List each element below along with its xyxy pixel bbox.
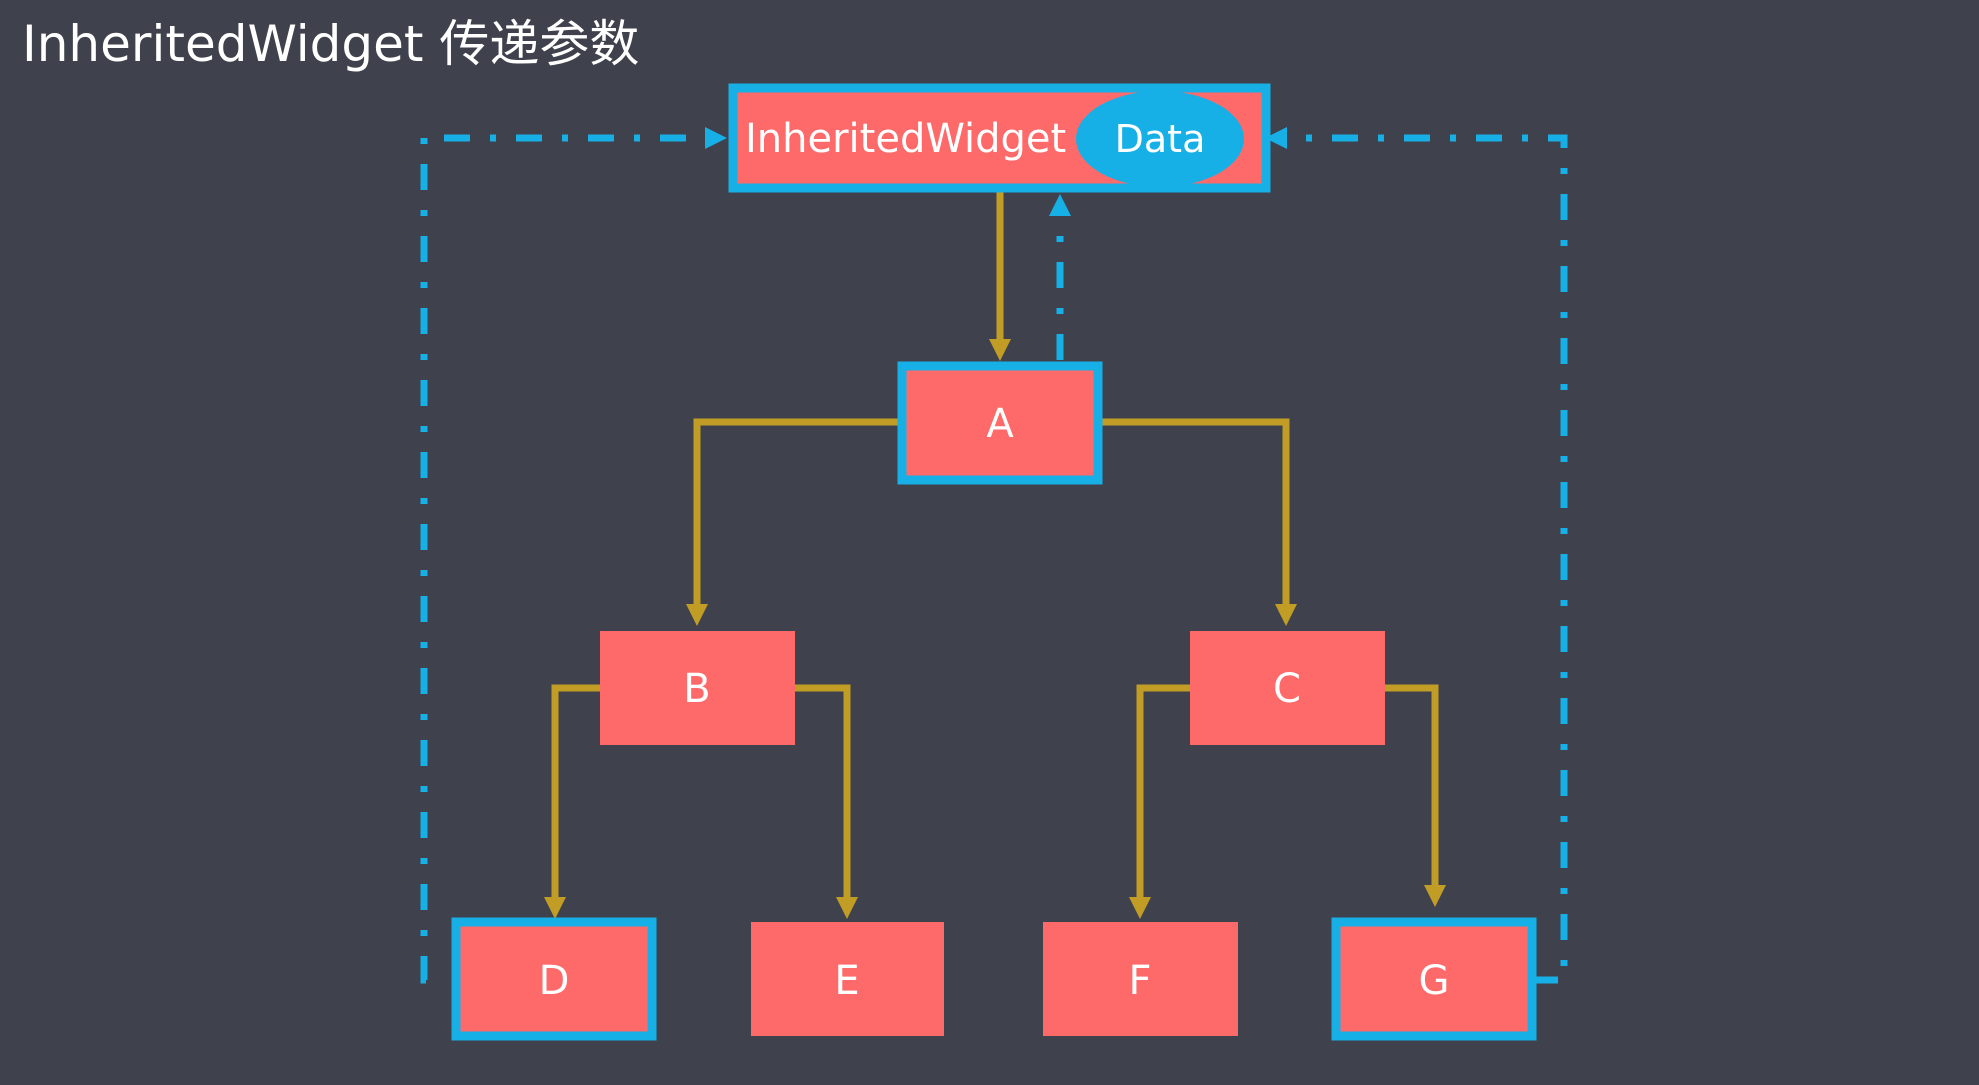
node-b: B (600, 631, 795, 745)
data-ellipse-label: Data (1115, 117, 1206, 161)
node-e-label: E (834, 958, 859, 1004)
node-a-label: A (986, 401, 1014, 447)
edge-a-to-c (1098, 418, 1297, 626)
widget-tree-diagram: InheritedWidget Data A B C D E F G (420, 83, 1568, 1041)
edge-b-to-e (795, 684, 858, 919)
node-c: C (1190, 631, 1385, 745)
node-f-label: F (1128, 958, 1151, 1004)
node-g: G (1331, 917, 1537, 1041)
edge-c-to-g (1385, 684, 1446, 907)
node-d-label: D (539, 958, 570, 1004)
node-d: D (451, 917, 657, 1041)
node-c-label: C (1273, 666, 1301, 712)
node-g-label: G (1419, 958, 1450, 1004)
node-a: A (897, 361, 1103, 485)
tree-edges (544, 190, 1446, 919)
edge-g-to-root (1265, 127, 1568, 984)
node-f: F (1043, 922, 1238, 1036)
edge-b-to-d (544, 684, 600, 919)
edge-a-to-b (686, 418, 902, 626)
edge-c-to-f (1129, 684, 1190, 919)
context-lookup-edges (420, 127, 1568, 984)
edge-d-to-root (420, 127, 727, 984)
node-b-label: B (683, 666, 710, 712)
node-inherited-widget: InheritedWidget Data (728, 83, 1271, 193)
node-e: E (751, 922, 944, 1036)
node-inherited-widget-label: InheritedWidget (745, 116, 1066, 162)
